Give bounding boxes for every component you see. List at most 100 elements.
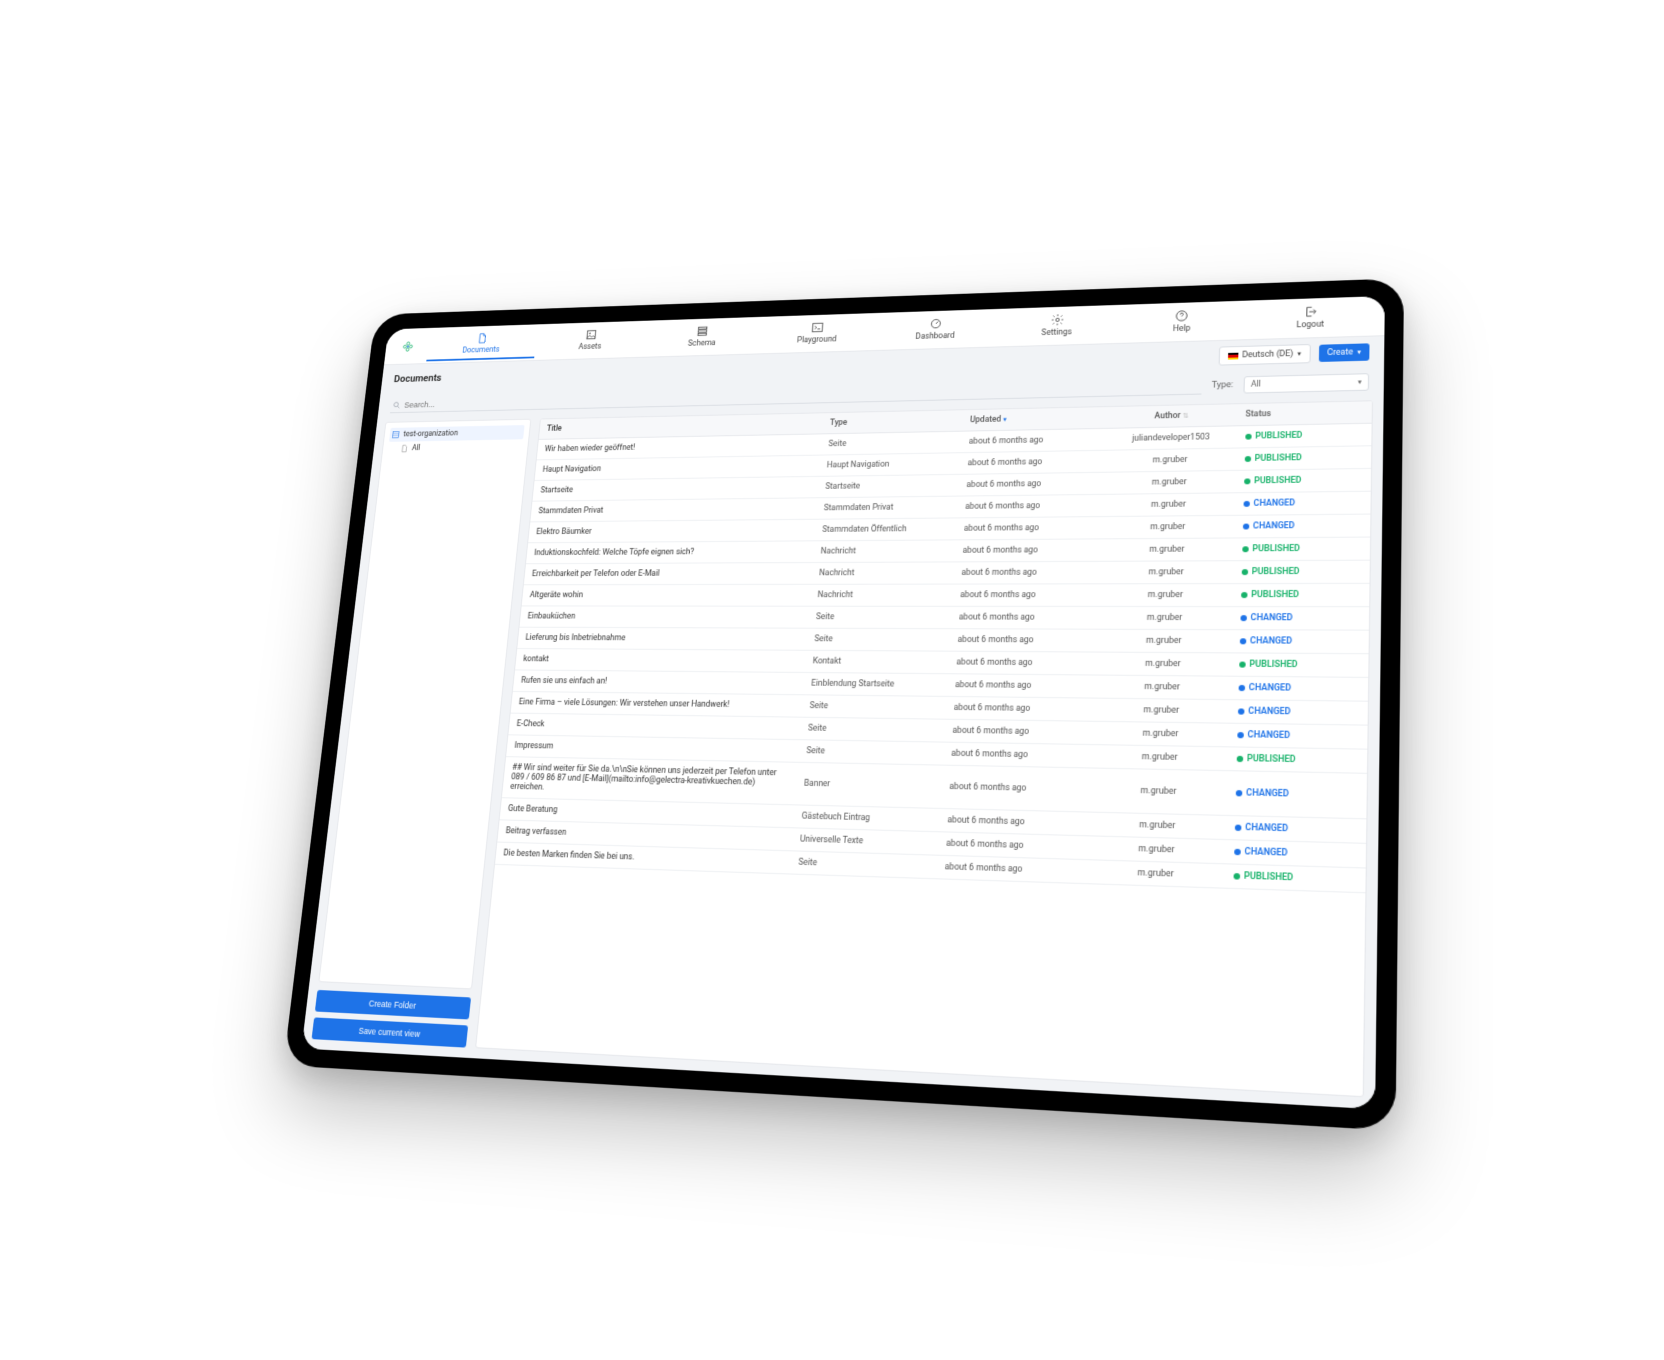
status-dot-icon: [1242, 523, 1248, 529]
cell-type: Nachricht: [811, 562, 954, 584]
document-icon: [476, 332, 489, 344]
table-row[interactable]: EinbauküchenSeiteabout 6 months agom.gru…: [519, 606, 1369, 630]
tree-label: test-organization: [403, 429, 458, 439]
status-dot-icon: [1236, 756, 1243, 762]
status-dot-icon: [1233, 873, 1240, 880]
cell-updated: about 6 months ago: [940, 765, 1092, 812]
nav-help[interactable]: Help: [1118, 303, 1246, 341]
app-screen: Documents Assets Schema Playground Dashb…: [301, 296, 1384, 1109]
cell-status: CHANGED: [1234, 514, 1371, 538]
th-author[interactable]: Author⇅: [1106, 404, 1237, 428]
status-dot-icon: [1237, 732, 1244, 738]
status-dot-icon: [1241, 592, 1247, 598]
cell-updated: about 6 months ago: [955, 517, 1102, 540]
th-updated[interactable]: Updated▾: [962, 407, 1108, 431]
cell-author: m.gruber: [1092, 745, 1228, 771]
nav-label: Playground: [797, 335, 837, 345]
image-icon: [584, 328, 597, 341]
cell-updated: about 6 months ago: [942, 742, 1093, 768]
type-filter-select[interactable]: All ▾: [1243, 373, 1369, 393]
document-icon: [400, 444, 410, 453]
status-dot-icon: [1243, 501, 1249, 507]
nav-schema[interactable]: Schema: [645, 319, 761, 354]
schema-icon: [696, 324, 710, 337]
table-row[interactable]: Altgeräte wohinNachrichtabout 6 months a…: [522, 583, 1370, 606]
nav-label: Settings: [1041, 327, 1072, 337]
nav-label: Assets: [578, 342, 602, 351]
cell-updated: about 6 months ago: [944, 719, 1094, 744]
cell-author: m.gruber: [1096, 652, 1231, 676]
search-icon: [392, 400, 401, 409]
cell-title: Elektro Bäumker: [528, 519, 815, 543]
sort-indicator-icon: ▾: [1003, 416, 1007, 424]
cell-status: CHANGED: [1231, 607, 1369, 631]
table-row[interactable]: Erreichbarkeit per Telefon oder E-MailNa…: [524, 560, 1370, 585]
cell-type: Seite: [806, 628, 950, 651]
cell-type: Kontakt: [804, 650, 949, 673]
cell-author: m.gruber: [1102, 515, 1235, 539]
flower-logo-icon: [401, 340, 414, 352]
save-view-button[interactable]: Save current view: [312, 1017, 469, 1047]
nav-assets[interactable]: Assets: [534, 323, 647, 358]
cell-status: PUBLISHED: [1236, 446, 1372, 471]
status-dot-icon: [1239, 661, 1246, 667]
terminal-icon: [811, 321, 825, 334]
language-label: Deutsch (DE): [1242, 349, 1293, 360]
cell-type: Stammdaten Privat: [815, 496, 957, 519]
language-select[interactable]: Deutsch (DE) ▾: [1218, 344, 1310, 366]
create-button[interactable]: Create ▾: [1319, 343, 1370, 362]
cell-author: m.gruber: [1101, 538, 1234, 561]
cell-updated: about 6 months ago: [957, 494, 1104, 518]
cell-type: Nachricht: [809, 584, 953, 606]
cell-type: Seite: [798, 740, 944, 765]
cell-status: PUBLISHED: [1236, 423, 1371, 448]
cell-author: m.gruber: [1098, 606, 1232, 629]
th-type[interactable]: Type: [822, 410, 963, 434]
cell-updated: about 6 months ago: [950, 606, 1099, 629]
tablet-frame: Documents Assets Schema Playground Dashb…: [283, 278, 1404, 1131]
cell-status: CHANGED: [1229, 676, 1368, 701]
cell-author: m.gruber: [1103, 493, 1235, 517]
cell-author: m.gruber: [1097, 629, 1231, 653]
cell-updated: about 6 months ago: [960, 428, 1106, 452]
cell-author: m.gruber: [1100, 561, 1233, 584]
help-icon: [1175, 309, 1190, 323]
cell-author: m.gruber: [1090, 768, 1227, 815]
cell-type: Seite: [820, 431, 962, 455]
nav-label: Documents: [462, 345, 500, 355]
sidebar-actions: Create Folder Save current view: [312, 990, 472, 1048]
cell-status: PUBLISHED: [1233, 537, 1370, 561]
nav-dashboard[interactable]: Dashboard: [875, 311, 997, 348]
cell-type: Haupt Navigation: [819, 453, 961, 477]
cell-status: CHANGED: [1231, 630, 1369, 654]
cell-author: m.gruber: [1104, 470, 1236, 494]
org-icon: [391, 430, 400, 439]
cell-type: Einblendung Startseite: [803, 672, 948, 696]
cell-title: Altgeräte wohin: [522, 584, 811, 606]
cell-updated: about 6 months ago: [952, 584, 1100, 607]
status-dot-icon: [1240, 615, 1246, 621]
nav-settings[interactable]: Settings: [995, 307, 1120, 344]
cell-title: ## Wir sind weiter für Sie da.\n\nSie kö…: [502, 757, 798, 805]
cell-title: Induktionskochfeld: Welche Töpfe eignen …: [526, 541, 814, 564]
cell-status: PUBLISHED: [1235, 468, 1371, 492]
app-logo: [395, 334, 421, 359]
flag-de-icon: [1228, 352, 1238, 359]
cell-title: Erreichbarkeit per Telefon oder E-Mail: [524, 563, 813, 585]
nav-documents[interactable]: Documents: [426, 327, 537, 361]
status-dot-icon: [1237, 708, 1244, 714]
chevron-down-icon: ▾: [1297, 350, 1301, 358]
nav-logout[interactable]: Logout: [1245, 299, 1376, 337]
cell-updated: about 6 months ago: [936, 855, 1088, 883]
status-dot-icon: [1242, 546, 1248, 552]
nav-playground[interactable]: Playground: [758, 315, 877, 351]
tree-all[interactable]: All: [387, 439, 523, 456]
cell-updated: about 6 months ago: [949, 629, 1098, 652]
create-folder-button[interactable]: Create Folder: [315, 990, 471, 1020]
cell-author: juliandeveloper1503: [1105, 426, 1237, 450]
cell-title: kontakt: [515, 649, 806, 673]
th-status[interactable]: Status: [1237, 401, 1372, 426]
dashboard-icon: [929, 317, 943, 330]
page-title: Documents: [393, 372, 442, 385]
cell-status: CHANGED: [1226, 771, 1367, 819]
